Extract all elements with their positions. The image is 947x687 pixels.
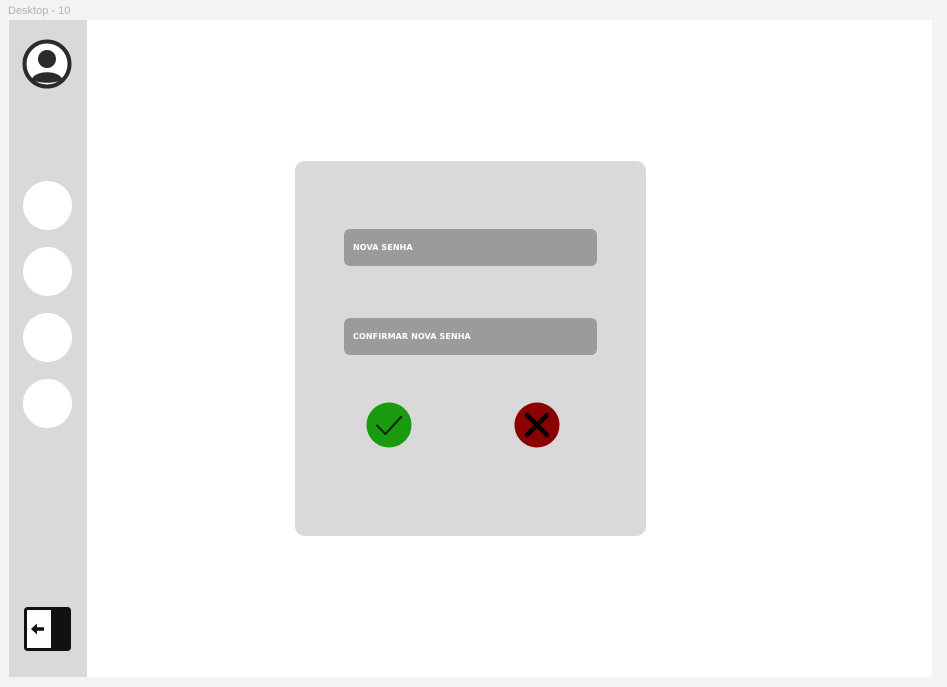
sidebar	[9, 20, 87, 677]
new-password-input[interactable]: NOVA SENHA	[344, 229, 597, 266]
confirm-password-input[interactable]: CONFIRMAR NOVA SENHA	[344, 318, 597, 355]
sidebar-item-1[interactable]	[23, 181, 72, 230]
profile-avatar-button[interactable]	[22, 39, 72, 89]
sidebar-item-3[interactable]	[23, 313, 72, 362]
user-circle-icon	[22, 39, 72, 89]
new-password-placeholder: NOVA SENHA	[353, 243, 413, 252]
confirm-password-placeholder: CONFIRMAR NOVA SENHA	[353, 332, 471, 341]
sidebar-item-2[interactable]	[23, 247, 72, 296]
check-icon	[366, 402, 412, 448]
logout-button[interactable]	[24, 607, 72, 651]
logout-icon	[24, 607, 71, 651]
sidebar-item-4[interactable]	[23, 379, 72, 428]
desktop-frame: NOVA SENHA CONFIRMAR NOVA SENHA	[9, 20, 932, 677]
frame-label: Desktop - 10	[8, 5, 71, 17]
x-icon	[514, 402, 560, 448]
change-password-dialog: NOVA SENHA CONFIRMAR NOVA SENHA	[295, 161, 646, 536]
cancel-button[interactable]	[514, 402, 560, 448]
confirm-button[interactable]	[366, 402, 412, 448]
